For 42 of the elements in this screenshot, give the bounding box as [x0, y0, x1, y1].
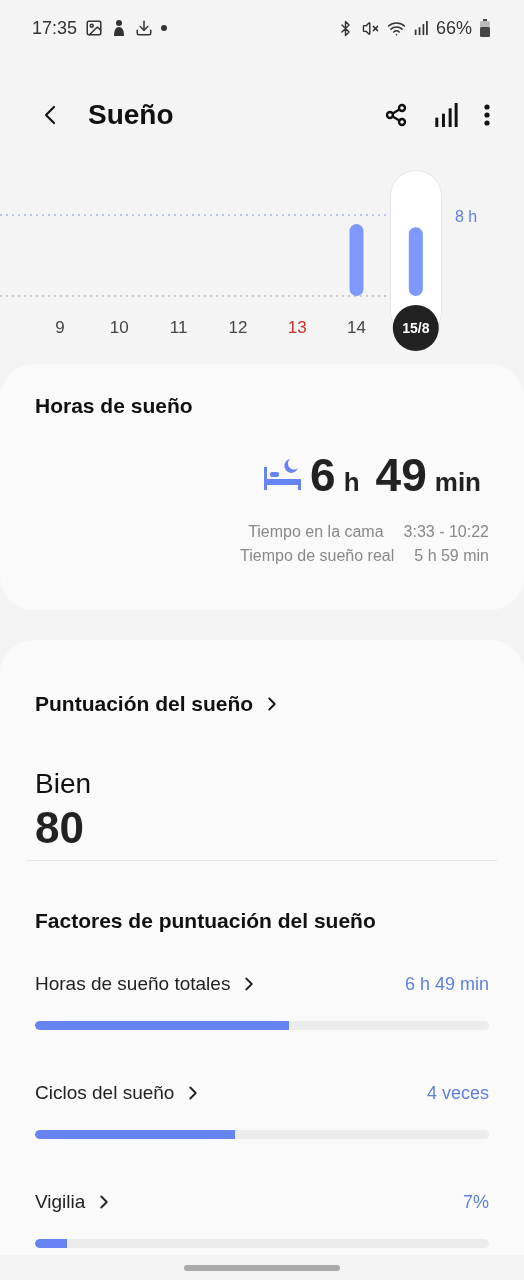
image-icon: [85, 19, 104, 37]
selected-day[interactable]: 15/8: [392, 305, 439, 351]
day-label[interactable]: 14: [347, 318, 366, 337]
more-icon: [484, 104, 490, 126]
day-label[interactable]: 9: [55, 318, 65, 337]
detail-value: 5 h 59 min: [414, 546, 489, 566]
battery-icon: [480, 19, 490, 37]
page-title: Sueño: [88, 99, 174, 131]
minutes-value: 49: [375, 448, 427, 502]
day-label[interactable]: 12: [228, 318, 248, 337]
detail-value: 3:33 - 10:22: [403, 522, 489, 542]
sleep-bar: [349, 224, 364, 296]
card-title: Horas de sueño: [35, 394, 194, 418]
hours-value: 6: [310, 448, 336, 502]
minutes-unit: min: [434, 467, 481, 498]
status-time: 17:35: [32, 17, 78, 39]
day-label[interactable]: 11: [169, 318, 188, 337]
score-value: 80: [35, 802, 85, 854]
section-title: Factores de puntuación del sueño: [35, 909, 377, 933]
share-icon: [384, 103, 408, 127]
factor-value: 7%: [463, 1191, 489, 1213]
hours-unit: h: [343, 467, 360, 498]
factor-value: 6 h 49 min: [404, 973, 489, 995]
signal-icon: [413, 21, 428, 35]
factor-value: 4 veces: [426, 1082, 489, 1104]
factor-link[interactable]: Vigilia: [35, 1191, 116, 1213]
bed-icon: [264, 457, 303, 491]
factor-link[interactable]: Ciclos del sueño: [35, 1082, 205, 1104]
dot-icon: [161, 25, 168, 31]
mute-icon: [361, 19, 379, 37]
score-link[interactable]: Puntuación del sueño: [35, 692, 489, 716]
goal-label: 8 h: [454, 208, 478, 225]
battery-level: 66%: [435, 17, 472, 39]
download-icon: [135, 19, 154, 37]
score-rating: Bien: [35, 768, 93, 800]
day-label[interactable]: 13: [287, 318, 307, 337]
factor-link[interactable]: Horas de sueño totales: [35, 973, 261, 995]
gesture-handle[interactable]: [184, 1264, 340, 1271]
detail-label: Tiempo de sueño real: [240, 546, 395, 566]
detail-label: Tiempo en la cama: [248, 522, 384, 542]
day-label[interactable]: 10: [109, 318, 129, 337]
x-tick-label: 15/8: [402, 320, 430, 336]
